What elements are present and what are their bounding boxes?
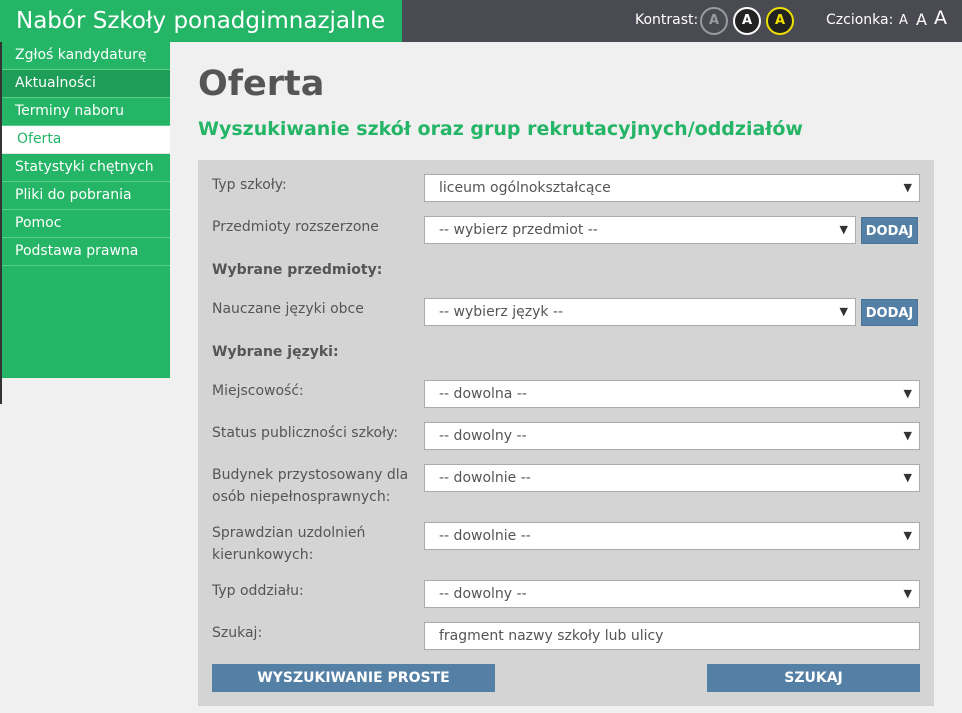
font-size-label: Czcionka: [826,12,894,28]
class-type-select[interactable]: -- dowolny -- ▼ [424,580,920,608]
selected-languages-label: Wybrane języki: [212,344,339,360]
page-subtitle: Wyszukiwanie szkół oraz grup rekrutacyjn… [198,118,803,140]
add-language-button[interactable]: DODAJ [861,299,918,326]
contrast-default-button[interactable]: A [700,7,728,35]
sidebar-nav: Zgłoś kandydaturę Aktualności Terminy na… [2,42,170,378]
chevron-down-icon: ▼ [903,181,912,194]
font-size-large-button[interactable]: A [934,7,947,29]
sidebar-item-oferta[interactable]: Oferta [2,126,170,154]
search-submit-button[interactable]: SZUKAJ [707,664,920,692]
class-type-label: Typ oddziału: [212,583,304,599]
chevron-down-icon: ▼ [903,529,912,542]
subjects-value: -- wybierz przedmiot -- [439,222,598,238]
accessible-value: -- dowolnie -- [439,470,531,486]
chevron-down-icon: ▼ [839,223,848,236]
chevron-down-icon: ▼ [903,387,912,400]
chevron-down-icon: ▼ [903,587,912,600]
accessible-label-line1: Budynek przystosowany dla [212,467,409,483]
chevron-down-icon: ▼ [903,471,912,484]
selected-subjects-label: Wybrane przedmioty: [212,262,383,278]
subjects-label: Przedmioty rozszerzone [212,219,379,235]
sidebar-item-terminy-naboru[interactable]: Terminy naboru [2,98,170,126]
sidebar-item-statystyki[interactable]: Statystyki chętnych [2,154,170,182]
add-subject-button[interactable]: DODAJ [861,217,918,244]
class-type-value: -- dowolny -- [439,586,527,602]
aptitude-label-line1: Sprawdzian uzdolnień [212,525,366,541]
search-input[interactable]: fragment nazwy szkoły lub ulicy [424,622,920,650]
school-type-value: liceum ogólnokształcące [439,180,611,196]
contrast-white-button[interactable]: A [733,7,761,35]
languages-value: -- wybierz język -- [439,304,564,320]
sidebar-item-pomoc[interactable]: Pomoc [2,210,170,238]
aptitude-label-line2: kierunkowych: [212,547,314,563]
accessible-label: Budynek przystosowany dla osób niepełnos… [212,464,408,508]
sidebar-item-zglos-kandydature[interactable]: Zgłoś kandydaturę [2,42,170,70]
city-value: -- dowolna -- [439,386,527,402]
site-title[interactable]: Nabór Szkoły ponadgimnazjalne [0,0,402,42]
public-status-label: Status publiczności szkoły: [212,425,399,441]
school-type-label: Typ szkoły: [212,177,287,193]
sidebar-item-aktualnosci[interactable]: Aktualności [2,70,170,98]
page-title: Oferta [198,64,325,104]
simple-search-button[interactable]: WYSZUKIWANIE PROSTE [212,664,495,692]
city-label: Miejscowość: [212,383,304,399]
public-status-value: -- dowolny -- [439,428,527,444]
public-status-select[interactable]: -- dowolny -- ▼ [424,422,920,450]
contrast-label: Kontrast: [635,12,699,28]
top-bar: Nabór Szkoły ponadgimnazjalne Kontrast: … [0,0,962,42]
font-size-medium-button[interactable]: A [916,10,927,29]
font-size-small-button[interactable]: A [899,13,908,28]
chevron-down-icon: ▼ [839,305,848,318]
languages-label: Nauczane języki obce [212,301,364,317]
aptitude-value: -- dowolnie -- [439,528,531,544]
sidebar-item-pliki[interactable]: Pliki do pobrania [2,182,170,210]
contrast-yellow-button[interactable]: A [766,7,794,35]
school-type-select[interactable]: liceum ogólnokształcące ▼ [424,174,920,202]
aptitude-label: Sprawdzian uzdolnień kierunkowych: [212,522,365,566]
accessible-label-line2: osób niepełnosprawnych: [212,489,391,505]
city-select[interactable]: -- dowolna -- ▼ [424,380,920,408]
search-form-panel: Typ szkoły: liceum ogólnokształcące ▼ Pr… [198,160,934,706]
search-label: Szukaj: [212,625,263,641]
aptitude-select[interactable]: -- dowolnie -- ▼ [424,522,920,550]
subjects-select[interactable]: -- wybierz przedmiot -- ▼ [424,216,856,244]
sidebar-item-podstawa-prawna[interactable]: Podstawa prawna [2,238,170,266]
accessible-select[interactable]: -- dowolnie -- ▼ [424,464,920,492]
languages-select[interactable]: -- wybierz język -- ▼ [424,298,856,326]
chevron-down-icon: ▼ [903,429,912,442]
